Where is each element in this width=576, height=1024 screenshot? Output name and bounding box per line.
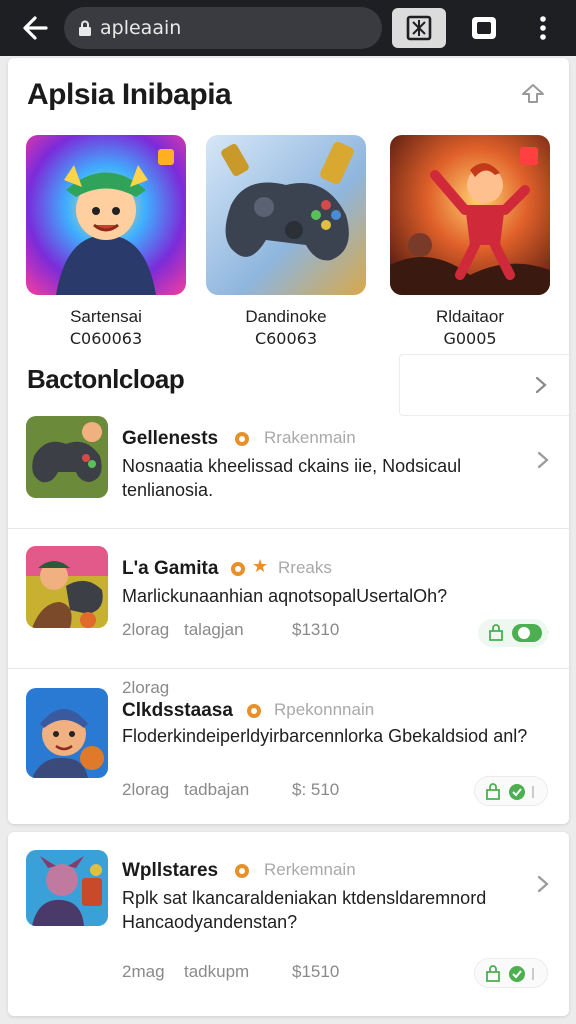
app-thumbnail bbox=[26, 850, 108, 926]
install-toggle[interactable] bbox=[474, 958, 548, 988]
lock-icon bbox=[79, 20, 91, 36]
app-tag: Rerkemnain bbox=[264, 860, 356, 879]
app-title: Clkdsstaasa bbox=[122, 700, 233, 721]
featured-app-image bbox=[206, 135, 366, 295]
featured-app-image bbox=[26, 135, 186, 295]
app-title: Wpllstares bbox=[122, 860, 219, 881]
more-vertical-icon bbox=[540, 16, 546, 40]
tab-switcher-icon bbox=[406, 15, 432, 41]
app-tag: Rrakenmain bbox=[264, 428, 356, 447]
share-icon[interactable] bbox=[518, 80, 548, 110]
install-toggle[interactable] bbox=[474, 776, 548, 806]
bag-icon bbox=[247, 704, 261, 718]
app-store-card: Aplsia Inibapia Sartensai C060063 Dandin… bbox=[8, 58, 569, 824]
install-toggle-icon bbox=[489, 624, 542, 642]
app-meta-size: 2lorag bbox=[122, 620, 170, 639]
camera-button[interactable] bbox=[456, 8, 510, 48]
list-item[interactable]: L'a Gamita ★ Rreaks Marlickunaanhian aqn… bbox=[8, 546, 569, 697]
page-title: Aplsia Inibapia bbox=[27, 78, 232, 111]
app-thumbnail bbox=[26, 416, 108, 498]
star-icon: ★ bbox=[252, 556, 269, 576]
app-meta-date: talagjan bbox=[184, 620, 244, 639]
app-tag: Rpekonnnain bbox=[274, 700, 375, 719]
app-meta-date: tadbajan bbox=[184, 780, 250, 799]
chevron-right-icon bbox=[535, 376, 547, 394]
camera-icon bbox=[472, 17, 496, 39]
divider bbox=[8, 668, 569, 669]
tabs-button[interactable] bbox=[392, 8, 446, 48]
app-description: Floderkindeiperldyirbarcennlorka Gbekald… bbox=[122, 726, 528, 746]
address-bar[interactable]: apleaain bbox=[64, 7, 382, 49]
app-tag: Rreaks bbox=[278, 558, 332, 577]
app-meta-size: 2mag bbox=[122, 962, 165, 981]
featured-app-2[interactable]: Dandinoke C60063 bbox=[206, 135, 366, 348]
install-toggle-icon bbox=[486, 783, 534, 800]
app-store-card-2: Wpllstares Rerkemnain Rplk sat lkancaral… bbox=[8, 832, 569, 1016]
app-title: L'a Gamita bbox=[122, 558, 219, 579]
url-text: apleaain bbox=[100, 17, 182, 39]
app-price: $: 510 bbox=[292, 780, 340, 799]
overflow-menu-button[interactable] bbox=[518, 8, 568, 48]
bag-icon bbox=[235, 864, 249, 878]
app-description: Marlickunaanhian aqnotsopalUsertalOh? bbox=[122, 586, 448, 606]
section-title: Bactonlcloap bbox=[27, 364, 185, 394]
featured-app-code: G0005 bbox=[443, 329, 497, 348]
app-description: Nosnaatia kheelissad ckains iie, Nodsica… bbox=[122, 456, 462, 500]
featured-app-3[interactable]: Rldaitaor G0005 bbox=[390, 135, 550, 348]
featured-app-1[interactable]: Sartensai C060063 bbox=[26, 135, 186, 348]
divider bbox=[8, 528, 569, 529]
featured-app-name: Sartensai bbox=[70, 307, 142, 326]
app-meta-size: 2lorag bbox=[122, 780, 170, 799]
featured-app-code: C60063 bbox=[254, 329, 318, 348]
app-price: $1510 bbox=[292, 962, 340, 981]
browser-toolbar: apleaain bbox=[0, 0, 576, 56]
app-meta-date: tadkupm bbox=[184, 962, 250, 981]
app-title: Gellenests bbox=[122, 428, 219, 449]
app-thumbnail bbox=[26, 546, 108, 628]
list-item[interactable]: Gellenests Rrakenmain Nosnaatia kheeliss… bbox=[8, 416, 569, 528]
chevron-right-icon[interactable] bbox=[536, 874, 550, 894]
install-toggle-icon bbox=[486, 965, 534, 982]
section-more-button[interactable] bbox=[399, 354, 569, 416]
bag-icon bbox=[235, 432, 249, 446]
featured-app-name: Rldaitaor bbox=[435, 307, 505, 326]
install-toggle[interactable] bbox=[478, 619, 548, 647]
featured-app-name: Dandinoke bbox=[245, 307, 327, 326]
app-description: Rplk sat lkancaraldeniakan ktdensldaremn… bbox=[122, 888, 487, 932]
featured-app-code: C060063 bbox=[69, 329, 143, 348]
app-thumbnail bbox=[26, 688, 108, 778]
app-price: $1310 bbox=[292, 620, 340, 639]
bag-icon bbox=[231, 562, 245, 576]
back-arrow-icon[interactable] bbox=[18, 8, 58, 48]
featured-app-image bbox=[390, 135, 550, 295]
chevron-right-icon[interactable] bbox=[536, 450, 550, 470]
